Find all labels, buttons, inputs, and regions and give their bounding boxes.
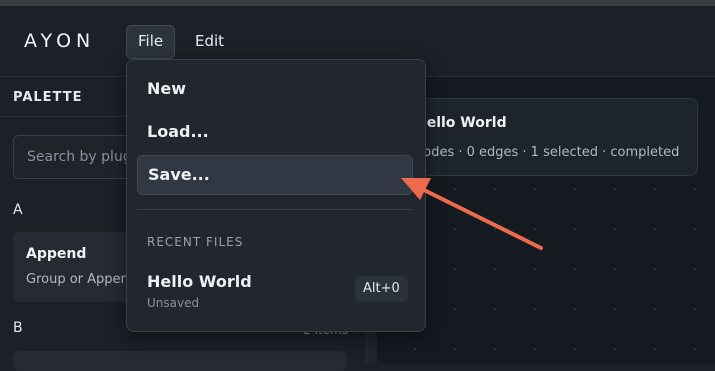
graph-title: Hello World bbox=[415, 115, 507, 131]
file-menu-dropdown: New Load... Save... RECENT FILES Hello W… bbox=[126, 59, 426, 332]
edit-menu-button[interactable]: Edit bbox=[184, 25, 235, 57]
plugin-card-name: Append bbox=[26, 246, 87, 262]
palette-title: PALETTE bbox=[13, 90, 83, 105]
plugin-card-description: Group or Append bbox=[26, 272, 138, 287]
group-letter-b: B bbox=[13, 320, 23, 336]
file-menu-button[interactable]: File bbox=[126, 25, 176, 59]
group-letter-a: A bbox=[13, 202, 23, 218]
recent-files-heading: RECENT FILES bbox=[147, 235, 244, 249]
graph-summary-card: Hello World nodes · 0 edges · 1 selected… bbox=[392, 98, 698, 176]
menu-item-load[interactable]: Load... bbox=[137, 112, 413, 152]
recent-file-name[interactable]: Hello World bbox=[147, 272, 252, 291]
graph-stats: nodes · 0 edges · 1 selected · completed bbox=[415, 145, 680, 160]
plugin-card[interactable] bbox=[13, 351, 347, 371]
recent-file-shortcut: Alt+0 bbox=[355, 276, 408, 302]
menu-divider bbox=[137, 209, 413, 210]
menu-item-new[interactable]: New bbox=[137, 69, 413, 109]
app-logo: AYON bbox=[24, 30, 96, 52]
menu-item-save[interactable]: Save... bbox=[137, 155, 413, 195]
recent-file-status: Unsaved bbox=[147, 296, 200, 310]
